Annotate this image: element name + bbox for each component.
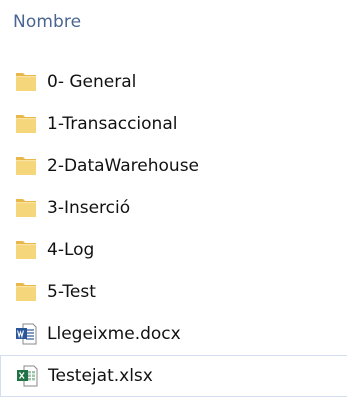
file-row-llegeixme-docx[interactable]: Llegeixme.docx bbox=[0, 313, 347, 355]
excel-spreadsheet-icon bbox=[12, 361, 42, 391]
folder-icon bbox=[11, 235, 41, 265]
file-row-folder-0-general[interactable]: 0- General bbox=[0, 61, 347, 103]
folder-icon bbox=[11, 193, 41, 223]
column-header-name[interactable]: Nombre bbox=[13, 12, 81, 32]
folder-icon bbox=[11, 277, 41, 307]
file-name: 4-Log bbox=[47, 240, 95, 260]
file-row-folder-4-log[interactable]: 4-Log bbox=[0, 229, 347, 271]
folder-icon bbox=[11, 151, 41, 181]
file-name: 0- General bbox=[47, 72, 137, 92]
file-row-folder-1-transaccional[interactable]: 1-Transaccional bbox=[0, 103, 347, 145]
file-row-testejat-xlsx[interactable]: Testejat.xlsx bbox=[0, 355, 347, 397]
file-list: 0- General 1-Transaccional 2-DataWarehou… bbox=[0, 61, 347, 397]
file-name: 1-Transaccional bbox=[47, 114, 178, 134]
file-row-folder-3-insercio[interactable]: 3-Inserció bbox=[0, 187, 347, 229]
word-document-icon bbox=[11, 319, 41, 349]
file-row-folder-5-test[interactable]: 5-Test bbox=[0, 271, 347, 313]
file-row-folder-2-datawarehouse[interactable]: 2-DataWarehouse bbox=[0, 145, 347, 187]
file-name: 5-Test bbox=[47, 282, 96, 302]
file-name: Llegeixme.docx bbox=[47, 324, 181, 344]
file-name: 3-Inserció bbox=[47, 198, 131, 218]
file-name: 2-DataWarehouse bbox=[47, 156, 200, 176]
file-name: Testejat.xlsx bbox=[48, 366, 153, 386]
folder-icon bbox=[11, 67, 41, 97]
folder-icon bbox=[11, 109, 41, 139]
